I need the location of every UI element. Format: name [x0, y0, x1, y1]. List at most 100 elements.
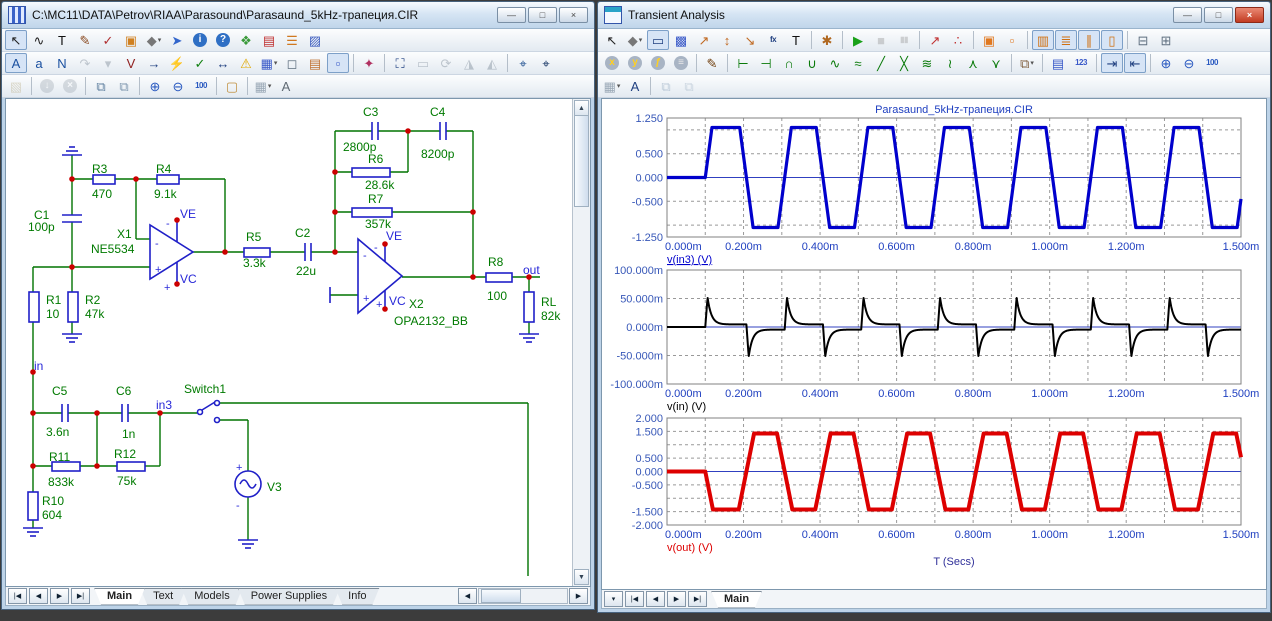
find-button[interactable]: ⌖: [512, 53, 534, 73]
x-axis-settings-button[interactable]: x: [601, 53, 623, 73]
stop-button[interactable]: ■: [870, 30, 892, 50]
pause-button[interactable]: ▮▮: [893, 30, 915, 50]
label-[interactable]: +: [164, 282, 170, 294]
label-[interactable]: -: [236, 500, 240, 512]
scroll-down-button[interactable]: ▼: [574, 569, 589, 585]
label-[interactable]: +: [236, 462, 242, 474]
fx-settings-button[interactable]: ƒ: [647, 53, 669, 73]
fx-mode-button[interactable]: fx: [762, 30, 784, 50]
tab-power-supplies[interactable]: Power Supplies: [238, 588, 340, 605]
schematic-drawing[interactable]: R3470R49.1kC1100pX1NE5534R110R247kR53.3k…: [6, 99, 570, 577]
scale-y-button[interactable]: ↕: [716, 30, 738, 50]
hscroll-track[interactable]: [478, 588, 568, 604]
properties-button[interactable]: ✱: [816, 30, 838, 50]
condition-toggle-button[interactable]: ✓: [189, 53, 211, 73]
go-to-peak-button[interactable]: ∩: [778, 53, 800, 73]
edit-sheet-button[interactable]: ▨: [304, 30, 326, 50]
label-c2[interactable]: C2: [295, 226, 311, 240]
scroll-up-button[interactable]: ▲: [574, 100, 589, 116]
label-[interactable]: -: [155, 238, 159, 250]
go-to-period-button[interactable]: ≋: [916, 53, 938, 73]
label-100[interactable]: 100: [487, 289, 507, 303]
tab-main[interactable]: Main: [94, 588, 145, 605]
label-vc[interactable]: VC: [180, 272, 197, 286]
label-r4[interactable]: R4: [156, 162, 172, 176]
label-8200p[interactable]: 8200p: [421, 147, 455, 161]
go-to-low-button[interactable]: ≈: [847, 53, 869, 73]
label-c3[interactable]: C3: [363, 105, 379, 119]
node-numbers-toggle-button[interactable]: N: [51, 53, 73, 73]
clipboard-button[interactable]: ⧉▾: [1016, 53, 1038, 73]
check-model-button[interactable]: ▤: [258, 30, 280, 50]
copy-page-button[interactable]: ⧉: [113, 76, 135, 96]
label-91k[interactable]: 9.1k: [154, 187, 178, 201]
label-[interactable]: -: [166, 218, 170, 230]
vertical-split-button[interactable]: ∥: [1078, 30, 1100, 50]
label-vc[interactable]: VC: [389, 294, 406, 308]
node-voltages-toggle-button[interactable]: V: [120, 53, 142, 73]
expand-plots-button[interactable]: ⊞: [1155, 30, 1177, 50]
edit-analysis-button[interactable]: ✎: [701, 53, 723, 73]
label-c4[interactable]: C4: [430, 105, 446, 119]
label-r11[interactable]: R11: [49, 450, 70, 464]
horizontal-scrollbar[interactable]: ◀▶: [457, 589, 589, 604]
hscroll-left-button[interactable]: ◀: [458, 588, 477, 604]
grid-text-toggle-button[interactable]: a: [28, 53, 50, 73]
flip-x-button[interactable]: ◮: [458, 53, 480, 73]
info-page-button[interactable]: ▧: [5, 76, 27, 96]
trace-label-v(in)[interactable]: v(in) (V): [667, 401, 706, 413]
hscroll-right-button[interactable]: ▶: [569, 588, 588, 604]
maximize-button[interactable]: □: [528, 7, 557, 23]
warnings-toggle-button[interactable]: ⚠: [235, 53, 257, 73]
grid-pattern-button[interactable]: ▦▾: [252, 76, 274, 96]
schematic-titlebar[interactable]: C:\MC11\DATA\Petrov\RIAA\Parasound\Paras…: [2, 2, 594, 29]
analysis-titlebar[interactable]: Transient Analysis —□×: [598, 2, 1270, 29]
label-ve[interactable]: VE: [180, 207, 196, 221]
close-button[interactable]: ×: [1235, 7, 1264, 23]
zoom-percent-button[interactable]: 100: [190, 76, 212, 96]
label-36n[interactable]: 3.6n: [46, 425, 69, 439]
cursor-mode-button[interactable]: ⇥: [1101, 53, 1123, 73]
label-x2[interactable]: X2: [409, 297, 424, 311]
scale-mode-button[interactable]: ↗: [693, 30, 715, 50]
scale-x-button[interactable]: ↘: [739, 30, 761, 50]
scope-region-button[interactable]: ▣: [978, 30, 1000, 50]
select-mode-button[interactable]: ↖: [5, 30, 27, 50]
schematic-canvas[interactable]: R3470R49.1kC1100pX1NE5534R110R247kR53.3k…: [5, 98, 591, 587]
reroute-wires-button[interactable]: ↷: [74, 53, 96, 73]
transient-plots[interactable]: 1.2500.5000.000-0.500-1.2500.000m0.200m0…: [602, 99, 1267, 580]
label-r2[interactable]: R2: [85, 293, 101, 307]
run-button[interactable]: ▶: [847, 30, 869, 50]
help-mode-button[interactable]: ?: [212, 30, 234, 50]
label-r5[interactable]: R5: [246, 230, 262, 244]
prev-page-button[interactable]: ◀: [646, 591, 665, 607]
format-settings-button[interactable]: ≡: [670, 53, 692, 73]
go-to-valley-button[interactable]: ∪: [801, 53, 823, 73]
design-list-button[interactable]: ☰: [281, 30, 303, 50]
label-r12[interactable]: R12: [114, 447, 136, 461]
plot-3[interactable]: 2.0001.5000.5000.000-0.500-1.500-2.0000.…: [632, 413, 1260, 568]
local-min-button[interactable]: ⋎: [985, 53, 1007, 73]
copy-to-clipboard-button[interactable]: ⧉: [90, 76, 112, 96]
label-v3[interactable]: V3: [267, 480, 282, 494]
go-to-high-button[interactable]: ∿: [824, 53, 846, 73]
first-page-button[interactable]: |◀: [8, 588, 27, 604]
tag-vertical-button[interactable]: ⊣: [755, 53, 777, 73]
tab-list-dropdown-button[interactable]: ▾: [604, 591, 623, 607]
label-r6[interactable]: R6: [368, 152, 384, 166]
tab-main[interactable]: Main: [711, 591, 762, 608]
next-page-button[interactable]: ▶: [667, 591, 686, 607]
label-10[interactable]: 10: [46, 307, 60, 321]
line-mode-button[interactable]: ✎: [74, 30, 96, 50]
zoom-out-button[interactable]: ⊖: [1178, 53, 1200, 73]
grid-pattern-button[interactable]: ▦▾: [601, 76, 623, 96]
label-r8[interactable]: R8: [488, 255, 504, 269]
scroll-thumb[interactable]: [574, 115, 589, 207]
shape-tools-button[interactable]: ◆▾: [624, 30, 646, 50]
overlay-plots-button[interactable]: ≣: [1055, 30, 1077, 50]
zoom-in-button[interactable]: ⊕: [1155, 53, 1177, 73]
schematic-vertical-scrollbar[interactable]: ▲ ▼: [572, 99, 590, 586]
label-22u[interactable]: 22u: [296, 264, 316, 278]
prev-page-button[interactable]: ◀: [29, 588, 48, 604]
last-page-button[interactable]: ▶|: [688, 591, 707, 607]
